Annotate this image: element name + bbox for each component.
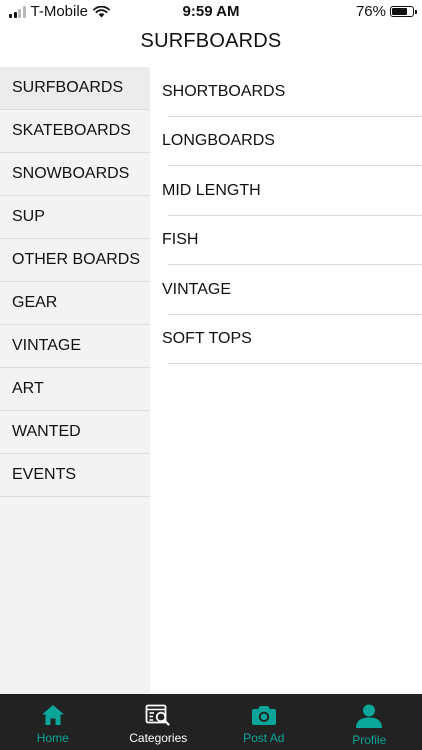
home-icon	[41, 705, 64, 725]
tab-post-ad[interactable]: Post Ad	[211, 694, 317, 750]
battery-fill	[392, 8, 408, 15]
camera-icon	[251, 706, 276, 725]
subcategory-label: LONGBOARDS	[162, 132, 275, 150]
sidebar-item-label: GEAR	[12, 294, 58, 311]
sidebar-item-label: OTHER BOARDS	[12, 251, 141, 268]
subcategory-label: MID LENGTH	[162, 181, 261, 199]
tab-label: Categories	[129, 731, 188, 745]
subcategory-fish[interactable]: FISH	[150, 216, 422, 266]
tab-home[interactable]: Home	[0, 694, 106, 750]
sidebar-item-surfboards[interactable]: SURFBOARDS	[0, 67, 150, 110]
status-right: 76%	[355, 3, 417, 20]
status-bar: T-Mobile 9:59 AM 76%	[0, 0, 422, 24]
sidebar-item-vintage[interactable]: VINTAGE	[0, 325, 150, 368]
subcategory-label: SOFT TOPS	[162, 330, 252, 348]
battery-icon	[390, 6, 417, 17]
sidebar-item-snowboards[interactable]: SNOWBOARDS	[0, 153, 150, 196]
tab-bar: Home Categories Post Ad Profile	[0, 694, 422, 750]
sidebar-item-wanted[interactable]: WANTED	[0, 411, 150, 454]
sidebar-item-label: VINTAGE	[12, 337, 82, 354]
sidebar-item-gear[interactable]: GEAR	[0, 282, 150, 325]
sidebar-item-label: SKATEBOARDS	[12, 122, 131, 139]
subcategory-longboards[interactable]: LONGBOARDS	[150, 117, 422, 167]
categories-icon	[145, 704, 170, 726]
sidebar-item-sup[interactable]: SUP	[0, 196, 150, 239]
sidebar-item-label: SNOWBOARDS	[12, 165, 130, 182]
battery-percent: 76%	[355, 3, 386, 20]
page-title: SURFBOARDS	[140, 30, 282, 52]
sidebar-item-label: SURFBOARDS	[12, 79, 124, 96]
sidebar-item-events[interactable]: EVENTS	[0, 454, 150, 497]
subcategory-soft-tops[interactable]: SOFT TOPS	[150, 315, 422, 365]
tab-label: Profile	[352, 733, 387, 747]
tab-profile[interactable]: Profile	[317, 694, 422, 750]
subcategory-label: FISH	[162, 231, 199, 249]
sidebar-item-label: WANTED	[12, 423, 81, 440]
sidebar-item-label: ART	[12, 380, 44, 397]
tab-label: Post Ad	[243, 731, 285, 745]
sidebar-item-label: SUP	[12, 208, 45, 225]
profile-icon	[356, 704, 383, 728]
tab-categories[interactable]: Categories	[106, 694, 212, 750]
subcategory-label: SHORTBOARDS	[162, 82, 286, 100]
subcategory-vintage[interactable]: VINTAGE	[150, 265, 422, 315]
category-sidebar: SURFBOARDS SKATEBOARDS SNOWBOARDS SUP OT…	[0, 67, 150, 694]
sidebar-item-art[interactable]: ART	[0, 368, 150, 411]
subcategory-label: VINTAGE	[162, 280, 232, 298]
subcategory-mid-length[interactable]: MID LENGTH	[150, 166, 422, 216]
subcategory-list: SHORTBOARDS LONGBOARDS MID LENGTH FISH V…	[150, 67, 422, 364]
sidebar-item-other-boards[interactable]: OTHER BOARDS	[0, 239, 150, 282]
subcategory-shortboards[interactable]: SHORTBOARDS	[150, 67, 422, 117]
tab-label: Home	[36, 731, 69, 745]
sidebar-item-skateboards[interactable]: SKATEBOARDS	[0, 110, 150, 153]
sidebar-item-label: EVENTS	[12, 466, 77, 483]
